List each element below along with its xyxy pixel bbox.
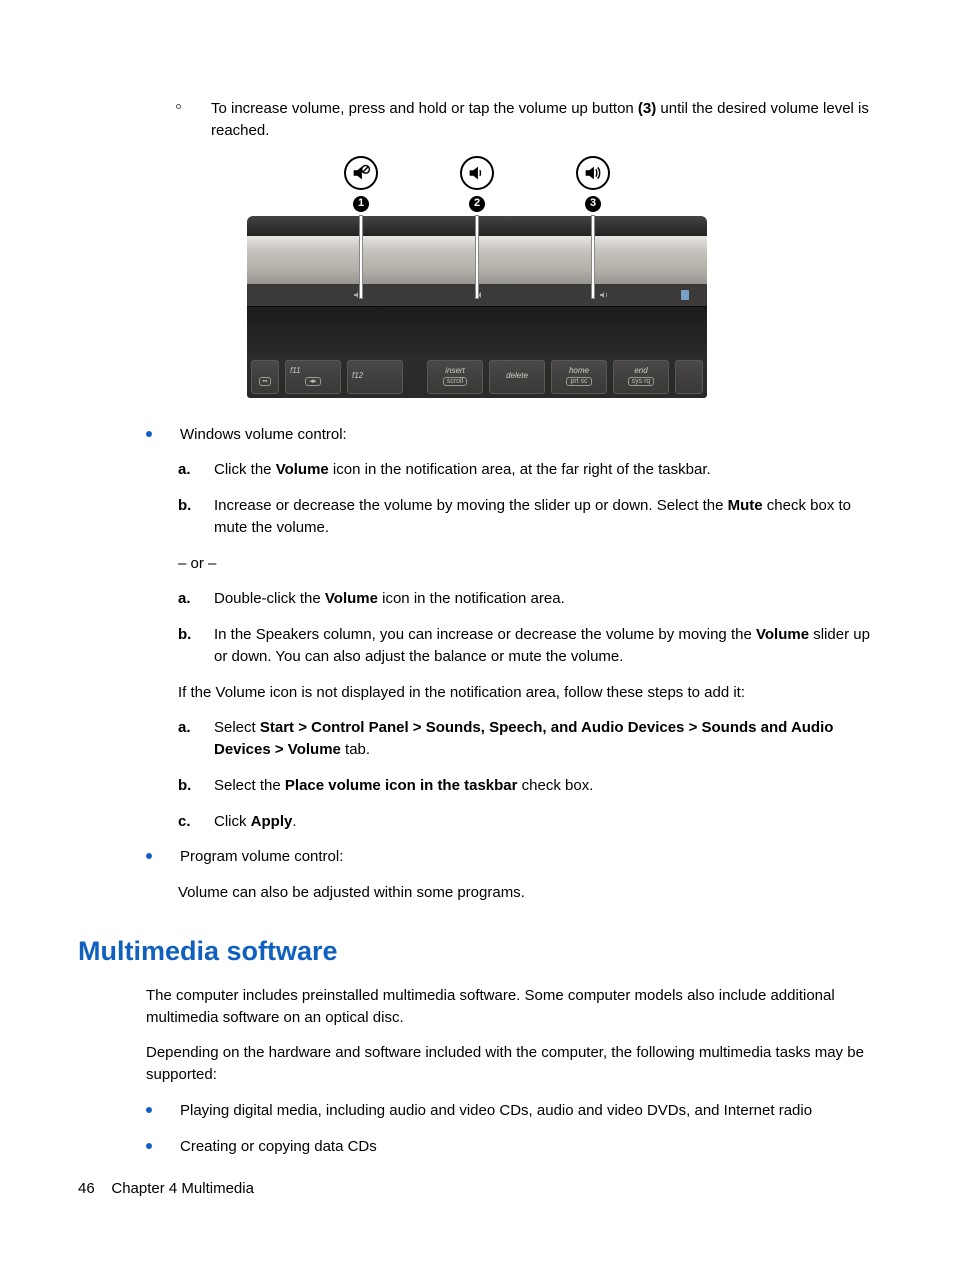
list-label: a. (178, 717, 214, 739)
strip-volup-icon (599, 291, 611, 299)
chapter-label: Chapter 4 Multimedia (111, 1180, 254, 1197)
hollow-bullet-icon (176, 104, 181, 109)
bullet-dot-icon (146, 853, 152, 859)
list-label: c. (178, 811, 214, 833)
step-b2: b. In the Speakers column, you can incre… (178, 624, 876, 668)
key-delete: delete (489, 360, 545, 394)
callout-3: 3 (585, 196, 601, 212)
or-divider: – or – (178, 553, 876, 575)
page-footer: 46 Chapter 4 Multimedia (78, 1178, 254, 1200)
callout-line (360, 216, 362, 298)
callout-line (592, 216, 594, 298)
body-text: Click the Volume icon in the notificatio… (214, 459, 876, 481)
notice-text: If the Volume icon is not displayed in t… (178, 682, 876, 704)
body-text: Windows volume control: (180, 424, 876, 446)
key-partial (675, 360, 703, 394)
volume-down-icon (460, 156, 494, 190)
key-f11: f11◂▸ (285, 360, 341, 394)
step-c3: c. Click Apply. (178, 811, 876, 833)
list-label: b. (178, 495, 214, 517)
callout-line (476, 216, 478, 298)
callout-2: 2 (469, 196, 485, 212)
sub-bullet-volume-up: To increase volume, press and hold or ta… (176, 98, 876, 142)
bullet-dot-icon (146, 431, 152, 437)
page-number: 46 (78, 1180, 95, 1197)
step-c1: a. Select Start > Control Panel > Sounds… (178, 717, 876, 761)
led-icon (681, 290, 689, 300)
bullet-dot-icon (146, 1107, 152, 1113)
callout-1: 1 (353, 196, 369, 212)
body-text: To increase volume, press and hold or ta… (211, 98, 876, 142)
key-f12: f12 (347, 360, 403, 394)
body-text: In the Speakers column, you can increase… (214, 624, 876, 668)
body-text: Increase or decrease the volume by movin… (214, 495, 876, 539)
bullet-dot-icon (146, 1143, 152, 1149)
volume-up-icon (576, 156, 610, 190)
key-home: homeprt sc (551, 360, 607, 394)
body-text: Depending on the hardware and software i… (146, 1042, 876, 1086)
list-label: b. (178, 624, 214, 646)
bullet-windows-volume: Windows volume control: (146, 424, 876, 446)
section-heading-multimedia-software: Multimedia software (78, 932, 876, 971)
bullet-creating-cds: Creating or copying data CDs (146, 1136, 876, 1158)
body-text: Double-click the Volume icon in the noti… (214, 588, 876, 610)
body-text: The computer includes preinstalled multi… (146, 985, 876, 1029)
list-label: b. (178, 775, 214, 797)
step-b1: b. Increase or decrease the volume by mo… (178, 495, 876, 539)
list-label: a. (178, 588, 214, 610)
body-text: Select the Place volume icon in the task… (214, 775, 876, 797)
bullet-playing-media: Playing digital media, including audio a… (146, 1100, 876, 1122)
body-text: Playing digital media, including audio a… (180, 1100, 876, 1122)
key-end: endsys rq (613, 360, 669, 394)
step-c2: b. Select the Place volume icon in the t… (178, 775, 876, 797)
list-label: a. (178, 459, 214, 481)
body-text: Click Apply. (214, 811, 876, 833)
volume-mute-icon (344, 156, 378, 190)
volume-buttons-figure: 1 2 3 ▪▪ f11◂▸ f12 insertscroll delete (247, 156, 707, 398)
body-text: Volume can also be adjusted within some … (178, 882, 876, 904)
body-text: Select Start > Control Panel > Sounds, S… (214, 717, 876, 761)
body-text: Program volume control: (180, 846, 876, 868)
step-a2: a. Double-click the Volume icon in the n… (178, 588, 876, 610)
body-text: Creating or copying data CDs (180, 1136, 876, 1158)
key-insert: insertscroll (427, 360, 483, 394)
bullet-program-volume: Program volume control: (146, 846, 876, 868)
key-partial: ▪▪ (251, 360, 279, 394)
step-a1: a. Click the Volume icon in the notifica… (178, 459, 876, 481)
